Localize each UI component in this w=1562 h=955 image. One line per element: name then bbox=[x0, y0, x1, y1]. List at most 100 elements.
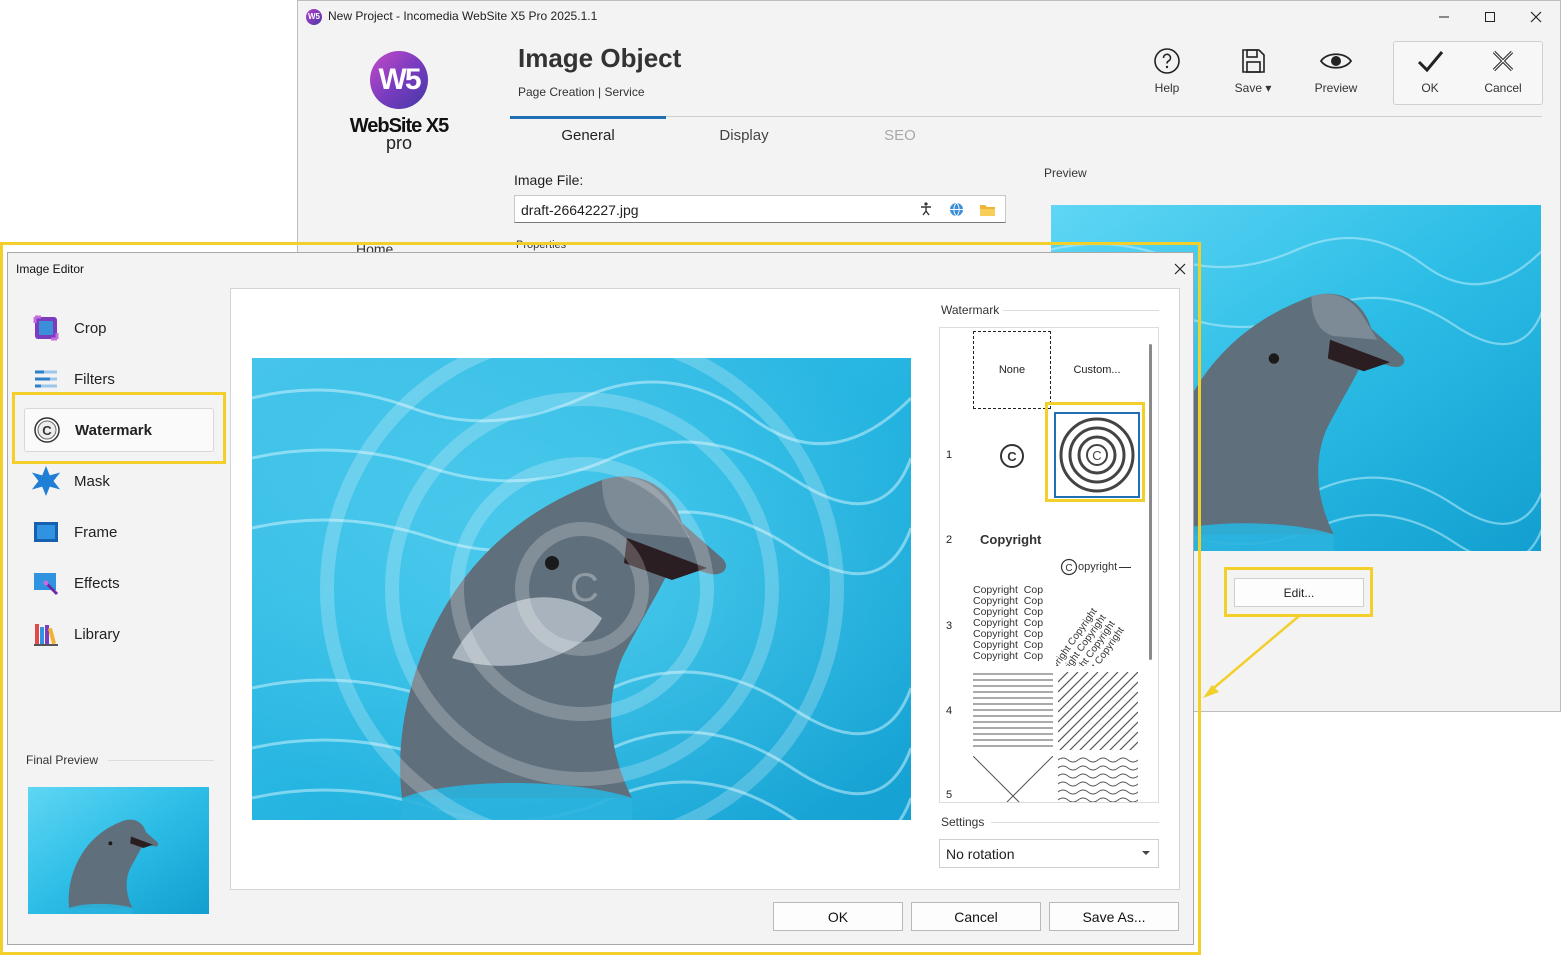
sidebar-item-label: Mask bbox=[74, 472, 110, 490]
title-bar: W5 New Project - Incomedia WebSite X5 Pr… bbox=[298, 1, 1560, 33]
sidebar-item-label: Library bbox=[74, 625, 120, 643]
ok-label: OK bbox=[1421, 81, 1439, 95]
rotation-value: No rotation bbox=[946, 845, 1015, 862]
tab-display[interactable]: Display bbox=[666, 127, 822, 144]
help-label: Help bbox=[1154, 81, 1180, 95]
scrollbar-thumb[interactable] bbox=[1149, 344, 1152, 660]
editing-canvas[interactable]: C bbox=[252, 358, 911, 820]
sidebar-item-library[interactable]: Library bbox=[24, 612, 214, 656]
image-editor-dialog: Image Editor Crop Filters C Watermark Ma… bbox=[7, 252, 1194, 945]
folder-icon[interactable] bbox=[979, 202, 996, 217]
dialog-cancel-button[interactable]: Cancel bbox=[911, 902, 1041, 931]
dialog-title: Image Editor bbox=[16, 262, 85, 276]
row-number: 3 bbox=[946, 620, 953, 632]
close-window-button[interactable] bbox=[1513, 1, 1559, 33]
magic-wand-icon bbox=[30, 567, 62, 599]
breadcrumb: Page Creation | Service bbox=[518, 85, 645, 99]
sidebar-item-watermark[interactable]: C Watermark bbox=[24, 408, 214, 452]
cancel-button[interactable]: Cancel bbox=[1468, 47, 1538, 95]
row-number: 2 bbox=[946, 534, 953, 546]
sidebar-item-label: Frame bbox=[74, 523, 118, 541]
svg-text:C: C bbox=[1065, 563, 1072, 574]
image-file-value: draft-26642227.jpg bbox=[521, 202, 639, 218]
maximize-button[interactable] bbox=[1467, 1, 1513, 33]
minimize-button[interactable] bbox=[1421, 1, 1467, 33]
row-number: 1 bbox=[946, 449, 953, 461]
save-label: Save ▾ bbox=[1234, 81, 1272, 95]
final-preview-image bbox=[28, 787, 209, 914]
final-preview-label: Final Preview bbox=[26, 753, 99, 767]
watermark-gallery[interactable]: None Custom... 1 C C 2 Copyright C opyri… bbox=[939, 327, 1159, 803]
properties-label: Properties bbox=[516, 239, 567, 251]
divider bbox=[991, 822, 1159, 823]
watermark-option-none[interactable]: None bbox=[973, 331, 1051, 409]
logo-mark: W5 bbox=[370, 51, 428, 109]
sidebar-item-label: Filters bbox=[74, 370, 115, 388]
grid-text: Copyright bbox=[973, 650, 1018, 662]
settings-section-label: Settings bbox=[941, 815, 985, 829]
copyright-small-text: opyright bbox=[1078, 561, 1118, 573]
crop-icon bbox=[30, 312, 62, 344]
watermark-option-diagonal-lines[interactable] bbox=[1058, 672, 1138, 750]
sidebar-item-label: Watermark bbox=[75, 421, 152, 439]
watermark-option-copyright-small[interactable]: C bbox=[998, 442, 1026, 470]
svg-text:C: C bbox=[570, 566, 599, 610]
dialog-save-as-button[interactable]: Save As... bbox=[1049, 902, 1179, 931]
watermark-option-copyright-line[interactable]: C opyright bbox=[1060, 558, 1132, 576]
cancel-x-icon bbox=[1492, 50, 1514, 72]
minimize-icon bbox=[1439, 16, 1449, 18]
active-tab-indicator bbox=[510, 116, 666, 119]
help-icon bbox=[1154, 48, 1180, 74]
page-title: Image Object bbox=[518, 43, 682, 73]
eye-icon bbox=[1319, 53, 1353, 69]
sidebar-item-label: Crop bbox=[74, 319, 107, 337]
sidebar-item-mask[interactable]: Mask bbox=[24, 459, 214, 503]
watermark-section-label: Watermark bbox=[941, 303, 1000, 317]
tab-seo[interactable]: SEO bbox=[822, 127, 978, 144]
sidebar-item-frame[interactable]: Frame bbox=[24, 510, 214, 554]
dialog-close-button[interactable] bbox=[1168, 257, 1192, 281]
globe-icon[interactable] bbox=[949, 202, 964, 217]
copyright-icon: C bbox=[1060, 558, 1078, 576]
books-icon bbox=[30, 618, 62, 650]
editor-work-panel: C Watermark None Custom... 1 C C 2 Copyr… bbox=[230, 288, 1180, 890]
grid-text: Cop bbox=[1023, 650, 1044, 662]
preview-button[interactable]: Preview bbox=[1301, 47, 1371, 95]
watermark-option-horizontal-lines[interactable] bbox=[973, 672, 1053, 750]
save-icon bbox=[1242, 49, 1265, 73]
star-icon bbox=[30, 465, 62, 497]
dialog-ok-button[interactable]: OK bbox=[773, 902, 903, 931]
tab-general[interactable]: General bbox=[510, 127, 666, 144]
svg-text:C: C bbox=[1007, 449, 1017, 464]
chevron-down-icon bbox=[1142, 851, 1150, 855]
watermark-option-cross[interactable] bbox=[973, 756, 1053, 803]
close-icon bbox=[1530, 11, 1542, 23]
preview-label: Preview bbox=[1314, 81, 1358, 95]
callout-arrow bbox=[1203, 615, 1300, 698]
watermark-option-copyright-grid[interactable]: Copyright Cop Copyright Cop Copyright Co… bbox=[973, 585, 1053, 663]
watermark-option-copyright-diagonal[interactable]: Copyright Copyright Copyright Copyright … bbox=[1056, 578, 1140, 666]
sidebar-item-crop[interactable]: Crop bbox=[24, 306, 214, 350]
image-file-field[interactable]: draft-26642227.jpg bbox=[514, 195, 1006, 223]
save-button[interactable]: Save ▾ bbox=[1218, 47, 1288, 95]
help-button[interactable]: Help bbox=[1132, 47, 1202, 95]
watermark-option-copyright-text[interactable]: Copyright bbox=[980, 532, 1041, 547]
edit-button[interactable]: Edit... bbox=[1234, 578, 1364, 607]
watermark-option-custom[interactable]: Custom... bbox=[1058, 331, 1136, 409]
selected-watermark-indicator bbox=[1054, 412, 1140, 498]
ok-button[interactable]: OK bbox=[1395, 47, 1465, 95]
sidebar-item-effects[interactable]: Effects bbox=[24, 561, 214, 605]
dolphin-photo: C bbox=[252, 358, 911, 820]
checkmark-icon bbox=[1417, 51, 1444, 73]
accessibility-icon[interactable] bbox=[919, 202, 933, 216]
rotation-dropdown[interactable]: No rotation bbox=[939, 839, 1159, 868]
divider bbox=[108, 760, 214, 761]
window-title: New Project - Incomedia WebSite X5 Pro 2… bbox=[328, 9, 598, 23]
watermark-option-waves[interactable] bbox=[1058, 756, 1138, 803]
frame-icon bbox=[30, 516, 62, 548]
dolphin-thumbnail bbox=[28, 787, 209, 914]
svg-text:C: C bbox=[42, 423, 52, 438]
sidebar-item-filters[interactable]: Filters bbox=[24, 357, 214, 401]
image-file-label: Image File: bbox=[514, 172, 584, 188]
close-icon bbox=[1174, 263, 1186, 275]
